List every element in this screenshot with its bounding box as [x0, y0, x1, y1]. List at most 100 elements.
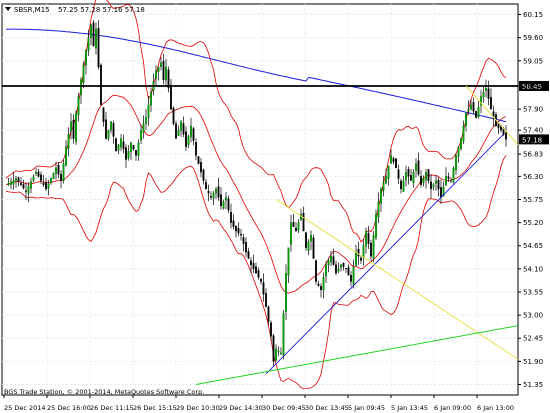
candle-bullish	[325, 264, 327, 277]
candle-bullish	[165, 66, 167, 81]
candle-bullish	[405, 172, 407, 181]
candle-bullish	[67, 134, 70, 149]
x-tick-label: 25 Dec 16:00	[47, 404, 91, 412]
candle-bullish	[307, 241, 310, 251]
y-tick-label: 55.20	[523, 219, 543, 227]
candle-bearish	[312, 237, 315, 259]
candle-bullish	[87, 37, 90, 51]
candle-bullish	[225, 197, 227, 201]
candle-bearish	[200, 162, 202, 173]
candle-bullish	[425, 172, 427, 181]
candle-bearish	[250, 260, 252, 265]
candle-bearish	[295, 227, 297, 232]
candle-bearish	[272, 335, 275, 362]
candle-bullish	[65, 146, 67, 166]
candle-bearish	[232, 220, 235, 227]
candle-bullish	[147, 104, 150, 118]
candle-bearish	[202, 169, 205, 181]
candle-bearish	[42, 183, 45, 185]
candle-bearish	[420, 176, 422, 185]
candle-bearish	[400, 180, 402, 190]
y-tick-label: 52.45	[523, 335, 543, 343]
candle-bearish	[230, 212, 232, 223]
chart-header: SBSR,M15 57.25 57.28 57.16 57.18	[5, 6, 145, 14]
candle-bearish	[252, 262, 255, 270]
y-tick-label: 54.10	[523, 265, 543, 273]
candle-bullish	[322, 277, 325, 291]
candle-bearish	[320, 286, 322, 291]
candle-bearish	[182, 123, 185, 135]
candle-bearish	[172, 107, 175, 124]
candle-bullish	[382, 182, 385, 191]
candle-bullish	[450, 180, 452, 182]
candle-bullish	[412, 172, 415, 184]
x-tick-label: 26 Dec 11:15	[90, 404, 134, 412]
candle-bearish	[115, 138, 117, 152]
candle-bullish	[275, 348, 277, 361]
candle-bullish	[10, 181, 12, 185]
candle-bullish	[330, 256, 332, 263]
candle-bearish	[192, 128, 195, 141]
candle-bullish	[222, 201, 225, 209]
candle-bullish	[372, 235, 375, 259]
candle-bullish	[340, 264, 342, 268]
candle-bullish	[280, 352, 282, 355]
candle-bullish	[462, 125, 465, 142]
candle-bearish	[217, 186, 220, 198]
candle-bearish	[185, 131, 187, 148]
candle-bullish	[160, 62, 162, 67]
y-tick-label: 51.35	[523, 381, 543, 389]
candle-bearish	[260, 278, 262, 282]
candle-bearish	[302, 212, 305, 232]
candle-bearish	[205, 182, 207, 190]
candle-bearish	[57, 164, 60, 175]
x-tick-label: 5 Jan 13:45	[391, 404, 428, 412]
candle-bearish	[305, 232, 307, 248]
watermark: BGS Trade Station, © 2001-2014, MetaQuot…	[4, 388, 204, 396]
candle-bearish	[132, 145, 135, 150]
candle-bullish	[52, 173, 55, 179]
candle-bearish	[195, 142, 197, 156]
candle-bullish	[75, 113, 77, 142]
candle-bullish	[157, 66, 160, 72]
candle-bullish	[432, 184, 435, 188]
candle-bearish	[122, 141, 125, 150]
candle-bearish	[92, 22, 95, 47]
candle-bullish	[137, 142, 140, 156]
candle-bullish	[355, 251, 357, 266]
candle-bullish	[12, 179, 15, 185]
candle-bearish	[25, 190, 27, 192]
candle-bearish	[342, 262, 345, 267]
candle-bullish	[467, 108, 470, 112]
candle-bullish	[180, 121, 182, 131]
candle-bearish	[360, 257, 362, 261]
chart-background	[0, 0, 550, 413]
candle-bullish	[435, 180, 437, 184]
candle-bullish	[470, 104, 472, 110]
candle-bullish	[190, 125, 192, 138]
candle-bearish	[17, 177, 20, 182]
candle-bullish	[77, 96, 80, 116]
candle-bullish	[310, 235, 312, 242]
candle-bearish	[207, 191, 210, 194]
candle-bullish	[457, 146, 460, 157]
candle-bullish	[110, 121, 112, 131]
candle-bullish	[215, 188, 217, 194]
y-tick-label: 53.55	[523, 288, 543, 296]
candle-bullish	[380, 188, 382, 204]
candle-bullish	[375, 214, 377, 238]
candle-bearish	[257, 270, 260, 278]
candle-bearish	[242, 237, 245, 244]
y-tick-label: 56.30	[523, 173, 543, 181]
candle-bearish	[332, 256, 335, 265]
candle-bearish	[370, 242, 372, 257]
candle-bullish	[365, 230, 367, 247]
x-tick-label: 25 Dec 2014	[4, 404, 46, 412]
candle-bullish	[285, 272, 287, 313]
y-tick-label: 54.65	[523, 242, 543, 250]
x-tick-label: 6 Jan 09:00	[434, 404, 471, 412]
candle-bullish	[155, 71, 157, 79]
candle-bearish	[102, 107, 105, 122]
candle-bearish	[392, 158, 395, 162]
candle-bullish	[85, 50, 87, 66]
